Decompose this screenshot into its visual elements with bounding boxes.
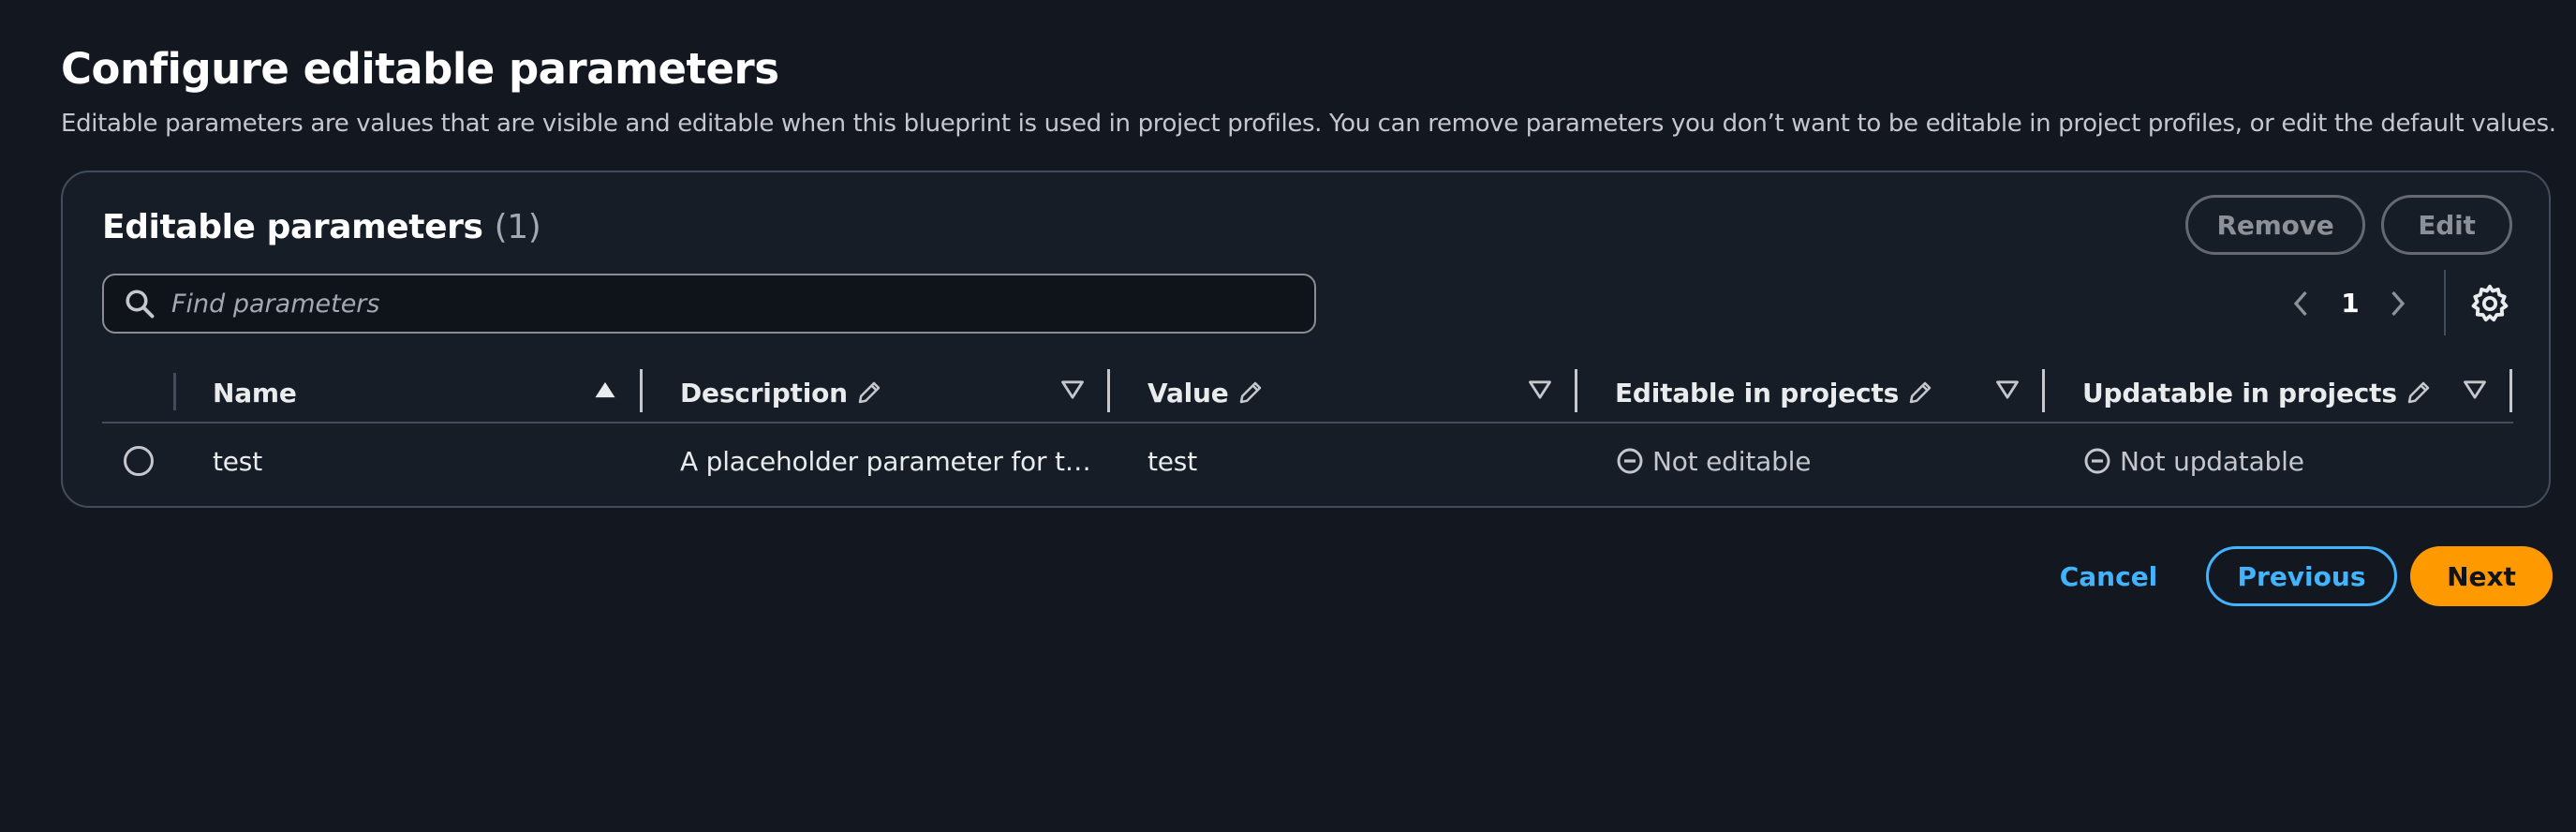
sort-triangle-icon[interactable] bbox=[1994, 377, 2021, 403]
previous-button[interactable]: Previous bbox=[2206, 546, 2397, 606]
pencil-icon bbox=[1909, 381, 1932, 404]
column-header-name-label: Name bbox=[213, 377, 297, 409]
pagination-divider bbox=[2444, 270, 2446, 335]
column-resizer[interactable] bbox=[1107, 369, 1110, 412]
column-resizer[interactable] bbox=[1575, 369, 1577, 412]
cell-updatable: Not updatable bbox=[2082, 442, 2304, 480]
cell-description: A placeholder parameter for t… bbox=[680, 445, 1091, 477]
search-box bbox=[102, 274, 1316, 334]
column-header-value-label: Value bbox=[1147, 377, 1229, 409]
next-button[interactable]: Next bbox=[2410, 546, 2553, 606]
sort-triangle-icon[interactable] bbox=[1527, 377, 1553, 403]
pencil-icon bbox=[2407, 381, 2430, 404]
chevron-right-icon[interactable] bbox=[2380, 285, 2414, 322]
cell-value: test bbox=[1147, 445, 1197, 477]
pencil-icon bbox=[1239, 381, 1261, 404]
page-description: Editable parameters are values that are … bbox=[61, 110, 2556, 138]
cancel-button[interactable]: Cancel bbox=[2048, 546, 2169, 606]
edit-button[interactable]: Edit bbox=[2381, 195, 2512, 255]
table-header-divider bbox=[102, 422, 2513, 423]
sort-triangle-icon[interactable] bbox=[1059, 377, 1086, 403]
column-header-name[interactable]: Name bbox=[213, 369, 297, 416]
page-title: Configure editable parameters bbox=[61, 44, 779, 94]
remove-button[interactable]: Remove bbox=[2185, 195, 2365, 255]
cell-name: test bbox=[213, 445, 262, 477]
column-separator bbox=[173, 373, 176, 410]
column-header-updatable-label: Updatable in projects bbox=[2082, 377, 2397, 409]
table-title-text: Editable parameters bbox=[102, 208, 483, 246]
cell-editable-text: Not editable bbox=[1652, 445, 1812, 477]
search-icon bbox=[126, 290, 155, 319]
table-title: Editable parameters (1) bbox=[102, 204, 541, 251]
pagination-page-1[interactable]: 1 bbox=[2330, 283, 2371, 324]
pencil-icon bbox=[858, 381, 881, 404]
column-header-description-label: Description bbox=[680, 377, 848, 409]
column-header-value[interactable]: Value bbox=[1147, 369, 1265, 416]
column-header-updatable[interactable]: Updatable in projects bbox=[2082, 369, 2433, 416]
column-header-description[interactable]: Description bbox=[680, 369, 883, 416]
search-input[interactable] bbox=[171, 289, 1202, 319]
cell-updatable-text: Not updatable bbox=[2120, 445, 2304, 477]
gear-icon[interactable] bbox=[2468, 282, 2511, 325]
sort-triangle-icon[interactable] bbox=[2462, 377, 2488, 403]
column-resizer[interactable] bbox=[2042, 369, 2045, 412]
editable-parameters-container: Editable parameters (1) Remove Edit 1 bbox=[61, 171, 2551, 508]
table-count: (1) bbox=[494, 208, 541, 246]
configure-parameters-page: Configure editable parameters Editable p… bbox=[0, 0, 2576, 832]
column-header-editable[interactable]: Editable in projects bbox=[1615, 369, 1934, 416]
chevron-left-icon[interactable] bbox=[2285, 285, 2318, 322]
column-resizer[interactable] bbox=[2509, 369, 2512, 412]
sort-ascending-icon[interactable] bbox=[592, 377, 618, 403]
row-select-radio[interactable] bbox=[124, 446, 154, 476]
minus-circle-icon bbox=[2084, 448, 2110, 474]
minus-circle-icon bbox=[1617, 448, 1643, 474]
cell-editable: Not editable bbox=[1615, 442, 1811, 480]
column-header-editable-label: Editable in projects bbox=[1615, 377, 1900, 409]
column-resizer[interactable] bbox=[640, 369, 643, 412]
